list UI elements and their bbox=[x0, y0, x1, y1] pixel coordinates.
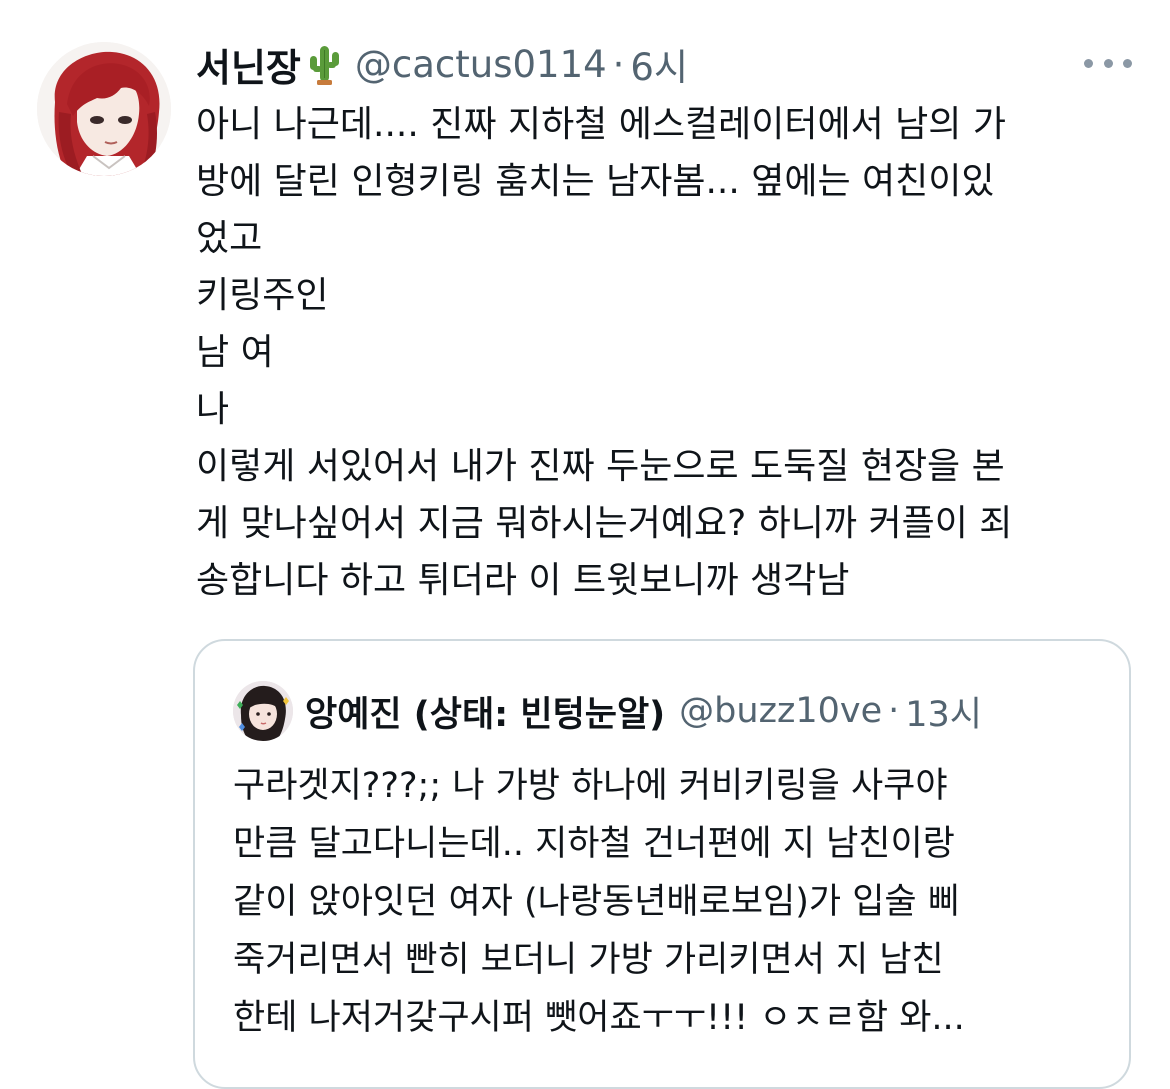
quoted-text-line: 같이 앉아잇던 여자 (나랑동년배로보임)가 입술 삐 bbox=[233, 882, 960, 922]
cactus-icon bbox=[307, 42, 341, 86]
tweet-text-line: 게 맞나싶어서 지금 뭐하시는거예요? 하니까 커플이 죄 bbox=[196, 503, 1013, 544]
tweet-timestamp[interactable]: 6시 bbox=[630, 37, 688, 91]
tweet-header: 서닌장 @cactus0114 · 6시 bbox=[196, 36, 688, 92]
quoted-text-line: 만큼 달고다니는데.. 지하철 건너편에 지 남친이랑 bbox=[233, 824, 955, 864]
quoted-author-avatar bbox=[233, 681, 293, 741]
quoted-tweet[interactable]: 앙예진 (상태: 빈텅눈알) @buzz10ve · 13시 구라겟지???;;… bbox=[193, 639, 1131, 1089]
quoted-author-display-name: 앙예진 (상태: 빈텅눈알) bbox=[305, 694, 666, 735]
quoted-tweet-text: 구라겟지???;; 나 가방 하나에 커비키링을 사쿠야 만큼 달고다니는데..… bbox=[233, 757, 1113, 1047]
quoted-author-handle: @buzz10ve bbox=[679, 691, 883, 731]
tweet-text-line: 아니 나근데.... 진짜 지하철 에스컬레이터에서 남의 가 bbox=[196, 104, 1006, 145]
quoted-tweet-header: 앙예진 (상태: 빈텅눈알) @buzz10ve · 13시 bbox=[305, 685, 982, 737]
author-handle[interactable]: @cactus0114 bbox=[355, 43, 607, 86]
tweet-text-line: 키링주인 bbox=[196, 275, 329, 316]
quoted-text-line: 한테 나저거갖구시퍼 뺏어죠ㅜㅜ!!! ㅇㅈㄹ함 와... bbox=[233, 998, 965, 1038]
quoted-text-line: 죽거리면서 빤히 보더니 가방 가리키면서 지 남친 bbox=[233, 940, 944, 980]
separator-dot: · bbox=[612, 42, 625, 86]
tweet-text-line: 었고 bbox=[196, 218, 263, 259]
tweet-text-line: 나 bbox=[196, 389, 230, 430]
more-options-icon[interactable] bbox=[1084, 52, 1132, 74]
tweet-text-line: 송합니다 하고 튀더라 이 트윗보니까 생각남 bbox=[196, 560, 850, 601]
tweet-text: 아니 나근데.... 진짜 지하철 에스컬레이터에서 남의 가 방에 달린 인형… bbox=[196, 96, 1146, 609]
tweet[interactable]: 서닌장 @cactus0114 · 6시 아니 나근데.... 진짜 지하철 에… bbox=[0, 0, 1170, 1089]
separator-dot: · bbox=[888, 691, 900, 731]
tweet-text-line: 방에 달린 인형키링 훔치는 남자봄... 옆에는 여친이있 bbox=[196, 161, 995, 202]
tweet-text-line: 남 여 bbox=[196, 332, 274, 373]
quoted-tweet-timestamp: 13시 bbox=[905, 694, 982, 735]
author-avatar[interactable] bbox=[37, 42, 171, 176]
quoted-text-line: 구라겟지???;; 나 가방 하나에 커비키링을 사쿠야 bbox=[233, 766, 948, 806]
author-display-name[interactable]: 서닌장 bbox=[196, 37, 301, 92]
tweet-text-line: 이렇게 서있어서 내가 진짜 두눈으로 도둑질 현장을 본 bbox=[196, 446, 1005, 487]
